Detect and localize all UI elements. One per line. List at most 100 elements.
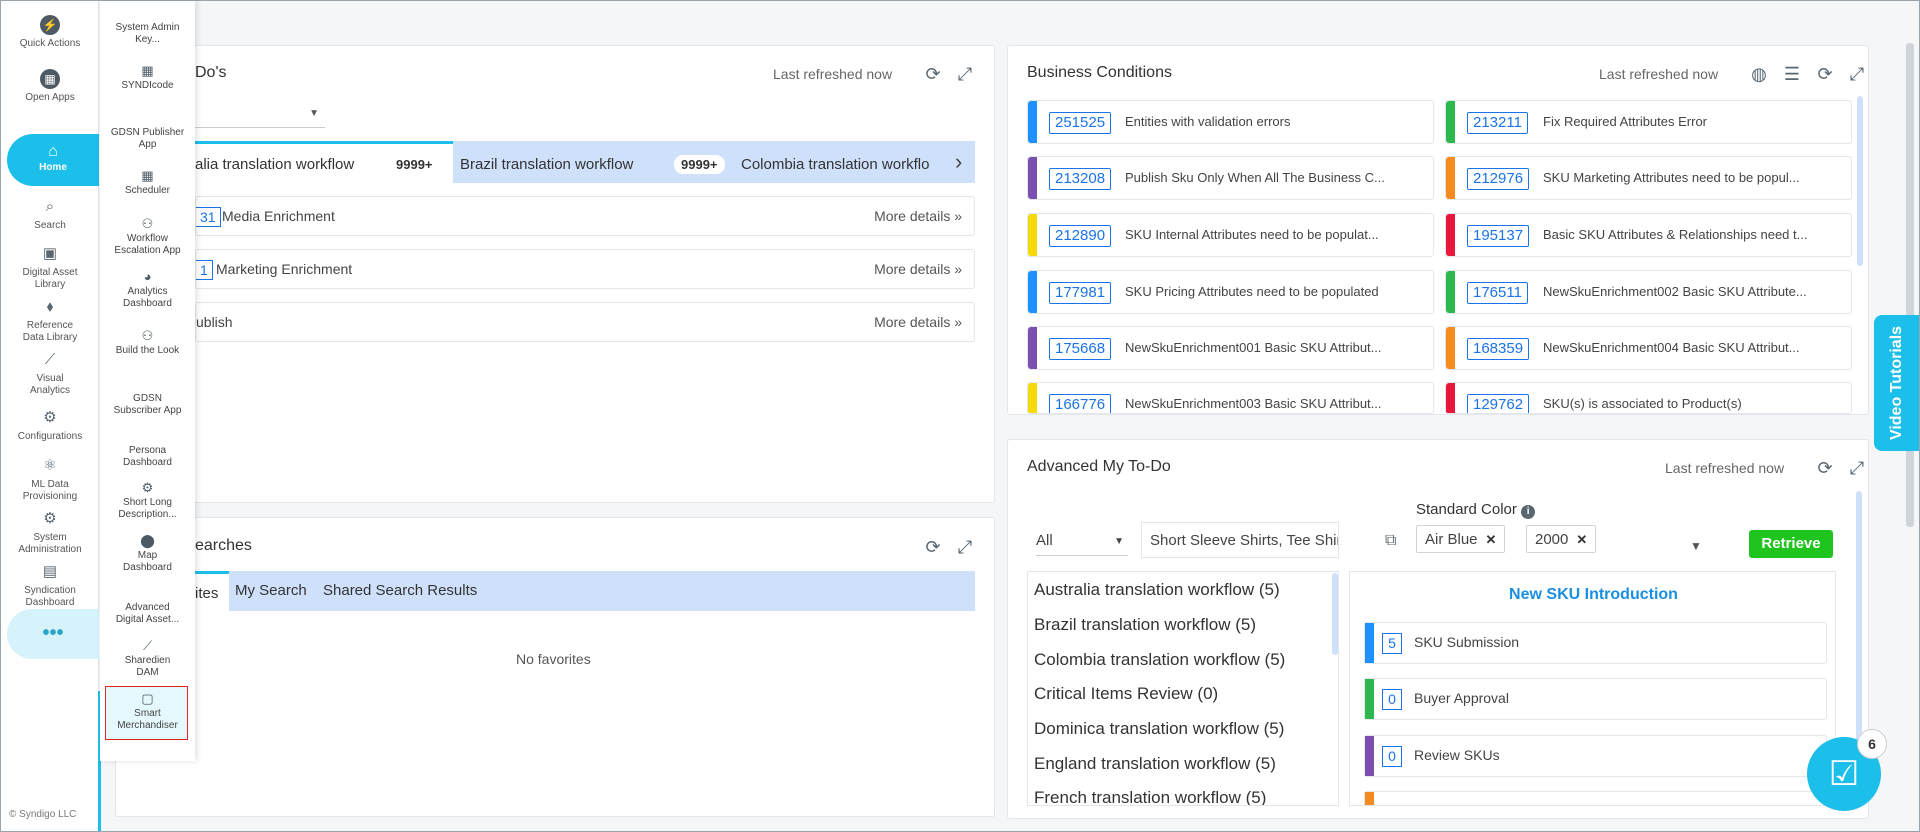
tab-brazil-workflow[interactable]: Brazil translation workflow 9999+ bbox=[460, 141, 740, 183]
pie-chart-icon: ◕ bbox=[143, 269, 152, 284]
business-condition-item[interactable]: 175668 NewSkuEnrichment001 Basic SKU Attr… bbox=[1027, 326, 1434, 370]
business-condition-item[interactable]: 213211 Fix Required Attributes Error bbox=[1445, 100, 1852, 144]
expand-icon[interactable]: ⤢ bbox=[1847, 64, 1867, 84]
refresh-icon[interactable]: ⟳ bbox=[1815, 64, 1835, 84]
business-condition-item[interactable]: 195137 Basic SKU Attributes & Relationshi… bbox=[1445, 213, 1852, 257]
sort-icon[interactable]: ☰ bbox=[1782, 64, 1802, 84]
info-icon[interactable]: i bbox=[1521, 505, 1536, 519]
tab-favorites[interactable]: ites bbox=[195, 571, 229, 611]
workflow-row[interactable]: ublish More details » bbox=[195, 302, 975, 342]
flyout-system-admin-key[interactable]: System Admin Key... bbox=[100, 22, 195, 46]
business-scrollbar[interactable] bbox=[1857, 96, 1863, 266]
list-item[interactable]: Australia translation workflow (5) bbox=[1034, 580, 1280, 600]
status-bar bbox=[1446, 157, 1455, 199]
rail-syndication-dashboard[interactable]: ▤ Syndication Dashboard bbox=[1, 562, 99, 609]
flyout-analytics-dashboard[interactable]: ◕ Analytics Dashboard bbox=[100, 270, 195, 310]
flyout-workflow-escalation-app[interactable]: ⚇ Workflow Escalation App bbox=[100, 217, 195, 257]
workflow-detail-panel: New SKU Introduction 5 SKU Submission 0 Bu… bbox=[1349, 571, 1836, 806]
flyout-short-long-description[interactable]: ⚙ Short Long Description... bbox=[100, 481, 195, 521]
tab-australia-workflow[interactable]: alia translation workflow 9999+ bbox=[195, 141, 453, 183]
business-condition-item[interactable]: 212890 SKU Internal Attributes need to be… bbox=[1027, 213, 1434, 257]
chevron-right-icon[interactable]: › bbox=[955, 149, 962, 175]
rail-ml-data-provisioning[interactable]: ⚛ ML Data Provisioning bbox=[1, 456, 99, 503]
workflow-row[interactable]: 31 Media Enrichment More details » bbox=[195, 196, 975, 236]
refresh-icon[interactable]: ⟳ bbox=[923, 537, 943, 557]
status-filter-select[interactable]: All ▼ bbox=[1036, 532, 1128, 556]
business-condition-item[interactable]: 177981 SKU Pricing Attributes need to be … bbox=[1027, 270, 1434, 314]
refresh-icon[interactable]: ⟳ bbox=[923, 64, 943, 84]
more-details-link[interactable]: More details » bbox=[874, 261, 962, 277]
tab-shared-search-results[interactable]: Shared Search Results bbox=[323, 582, 477, 599]
rail-digital-asset-library[interactable]: ▣ Digital Asset Library bbox=[1, 244, 99, 291]
flyout-build-the-look[interactable]: ⚇ Build the Look bbox=[100, 329, 195, 357]
globe-icon[interactable]: ◍ bbox=[1749, 64, 1769, 84]
rail-quick-actions[interactable]: ⚡ Quick Actions bbox=[1, 15, 99, 50]
expand-icon[interactable]: ⤢ bbox=[1847, 458, 1867, 478]
flyout-sharedien-dam[interactable]: ⟋ Sharedien DAM bbox=[100, 639, 195, 679]
refresh-icon[interactable]: ⟳ bbox=[1815, 458, 1835, 478]
rail-system-administration[interactable]: ⚙ System Administration bbox=[1, 509, 99, 556]
workflow-tabs: alia translation workflow 9999+ Brazil t… bbox=[195, 141, 975, 183]
rail-home[interactable]: ⌂ Home bbox=[7, 134, 99, 186]
flyout-advanced-digital-asset[interactable]: Advanced Digital Asset... bbox=[100, 602, 195, 626]
flyout-gdsn-subscriber-app[interactable]: GDSN Subscriber App bbox=[100, 393, 195, 417]
step-color-bar bbox=[1365, 792, 1374, 805]
color-chip[interactable]: Air Blue ✕ bbox=[1416, 525, 1506, 553]
workflow-step[interactable] bbox=[1364, 791, 1827, 805]
workflow-step[interactable]: 0 Review SKUs bbox=[1364, 735, 1827, 777]
flyout-syndicode[interactable]: ▦ SYNDIcode bbox=[100, 64, 195, 92]
list-item[interactable]: Critical Items Review (0) bbox=[1034, 684, 1218, 704]
flyout-persona-dashboard[interactable]: Persona Dashboard bbox=[100, 445, 195, 469]
business-condition-item[interactable]: 129762 SKU(s) is associated to Product(s) bbox=[1445, 382, 1852, 414]
business-condition-item[interactable]: 212976 SKU Marketing Attributes need to b… bbox=[1445, 156, 1852, 200]
chevron-down-icon[interactable]: ▼ bbox=[1690, 539, 1702, 553]
close-icon[interactable]: ✕ bbox=[1576, 532, 1587, 547]
list-scrollbar[interactable] bbox=[1332, 573, 1338, 655]
flyout-gdsn-publisher-app[interactable]: GDSN Publisher App bbox=[100, 127, 195, 151]
list-item[interactable]: French translation workflow (5) bbox=[1034, 788, 1266, 805]
tab-colombia-workflow[interactable]: Colombia translation workflo bbox=[741, 141, 959, 183]
list-item[interactable]: Brazil translation workflow (5) bbox=[1034, 615, 1256, 635]
category-filter-input[interactable]: Short Sleeve Shirts, Tee Shir... bbox=[1141, 522, 1339, 558]
apps-flyout: System Admin Key... ▦ SYNDIcode GDSN Publ… bbox=[100, 1, 195, 761]
retrieve-button[interactable]: Retrieve bbox=[1749, 530, 1833, 558]
shopping-bag-icon: ▢ bbox=[141, 691, 154, 706]
tag-icon: ⬧ bbox=[46, 298, 54, 315]
ml-icon: ⚛ bbox=[43, 457, 57, 474]
dashboard-icon: ▤ bbox=[42, 563, 58, 580]
step-color-bar bbox=[1365, 736, 1374, 776]
list-item[interactable]: England translation workflow (5) bbox=[1034, 754, 1276, 774]
list-item[interactable]: Dominica translation workflow (5) bbox=[1034, 719, 1284, 739]
flyout-map-dashboard[interactable]: ⬤ Map Dashboard bbox=[100, 534, 195, 574]
size-chip[interactable]: 2000 ✕ bbox=[1526, 525, 1597, 553]
flyout-scheduler[interactable]: ▦ Scheduler bbox=[100, 169, 195, 197]
business-condition-item[interactable]: 251525 Entities with validation errors bbox=[1027, 100, 1434, 144]
tab-my-search[interactable]: My Search bbox=[235, 582, 307, 599]
chart-icon: ⟋ bbox=[44, 351, 56, 368]
list-item[interactable]: Colombia translation workflow (5) bbox=[1034, 650, 1285, 670]
more-details-link[interactable]: More details » bbox=[874, 314, 962, 330]
business-condition-item[interactable]: 168359 NewSkuEnrichment004 Basic SKU Attr… bbox=[1445, 326, 1852, 370]
rail-search[interactable]: ⌕ Search bbox=[1, 197, 99, 232]
rail-reference-data-library[interactable]: ⬧ Reference Data Library bbox=[1, 297, 99, 344]
workflow-row[interactable]: 1 Marketing Enrichment More details » bbox=[195, 249, 975, 289]
more-details-link[interactable]: More details » bbox=[874, 208, 962, 224]
rail-more-button[interactable]: ••• bbox=[7, 609, 99, 659]
close-icon[interactable]: ✕ bbox=[1486, 532, 1497, 547]
expand-icon[interactable]: ⤢ bbox=[955, 64, 975, 84]
todo-filter-select[interactable]: ▼ bbox=[195, 106, 325, 128]
workflow-step[interactable]: 5 SKU Submission bbox=[1364, 622, 1827, 664]
video-tutorials-tab[interactable]: Video Tutorials bbox=[1874, 315, 1919, 451]
business-condition-item[interactable]: 166776 NewSkuEnrichment003 Basic SKU Attr… bbox=[1027, 382, 1434, 414]
workflow-step[interactable]: 0 Buyer Approval bbox=[1364, 678, 1827, 720]
business-condition-item[interactable]: 213208 Publish Sku Only When All The Busi… bbox=[1027, 156, 1434, 200]
rail-visual-analytics[interactable]: ⟋ Visual Analytics bbox=[1, 350, 99, 397]
business-condition-item[interactable]: 176511 NewSkuEnrichment002 Basic SKU Attr… bbox=[1445, 270, 1852, 314]
page-scrollbar[interactable] bbox=[1906, 43, 1914, 527]
workflow-icon: ⚇ bbox=[141, 216, 154, 231]
rail-configurations[interactable]: ⚙ Configurations bbox=[1, 408, 99, 443]
rail-open-apps[interactable]: ▦ Open Apps bbox=[1, 69, 99, 104]
expand-icon[interactable]: ⤢ bbox=[955, 537, 975, 557]
flyout-smart-merchandiser[interactable]: ▢ Smart Merchandiser bbox=[100, 692, 195, 732]
copy-icon[interactable]: ⧉ bbox=[1385, 532, 1396, 550]
